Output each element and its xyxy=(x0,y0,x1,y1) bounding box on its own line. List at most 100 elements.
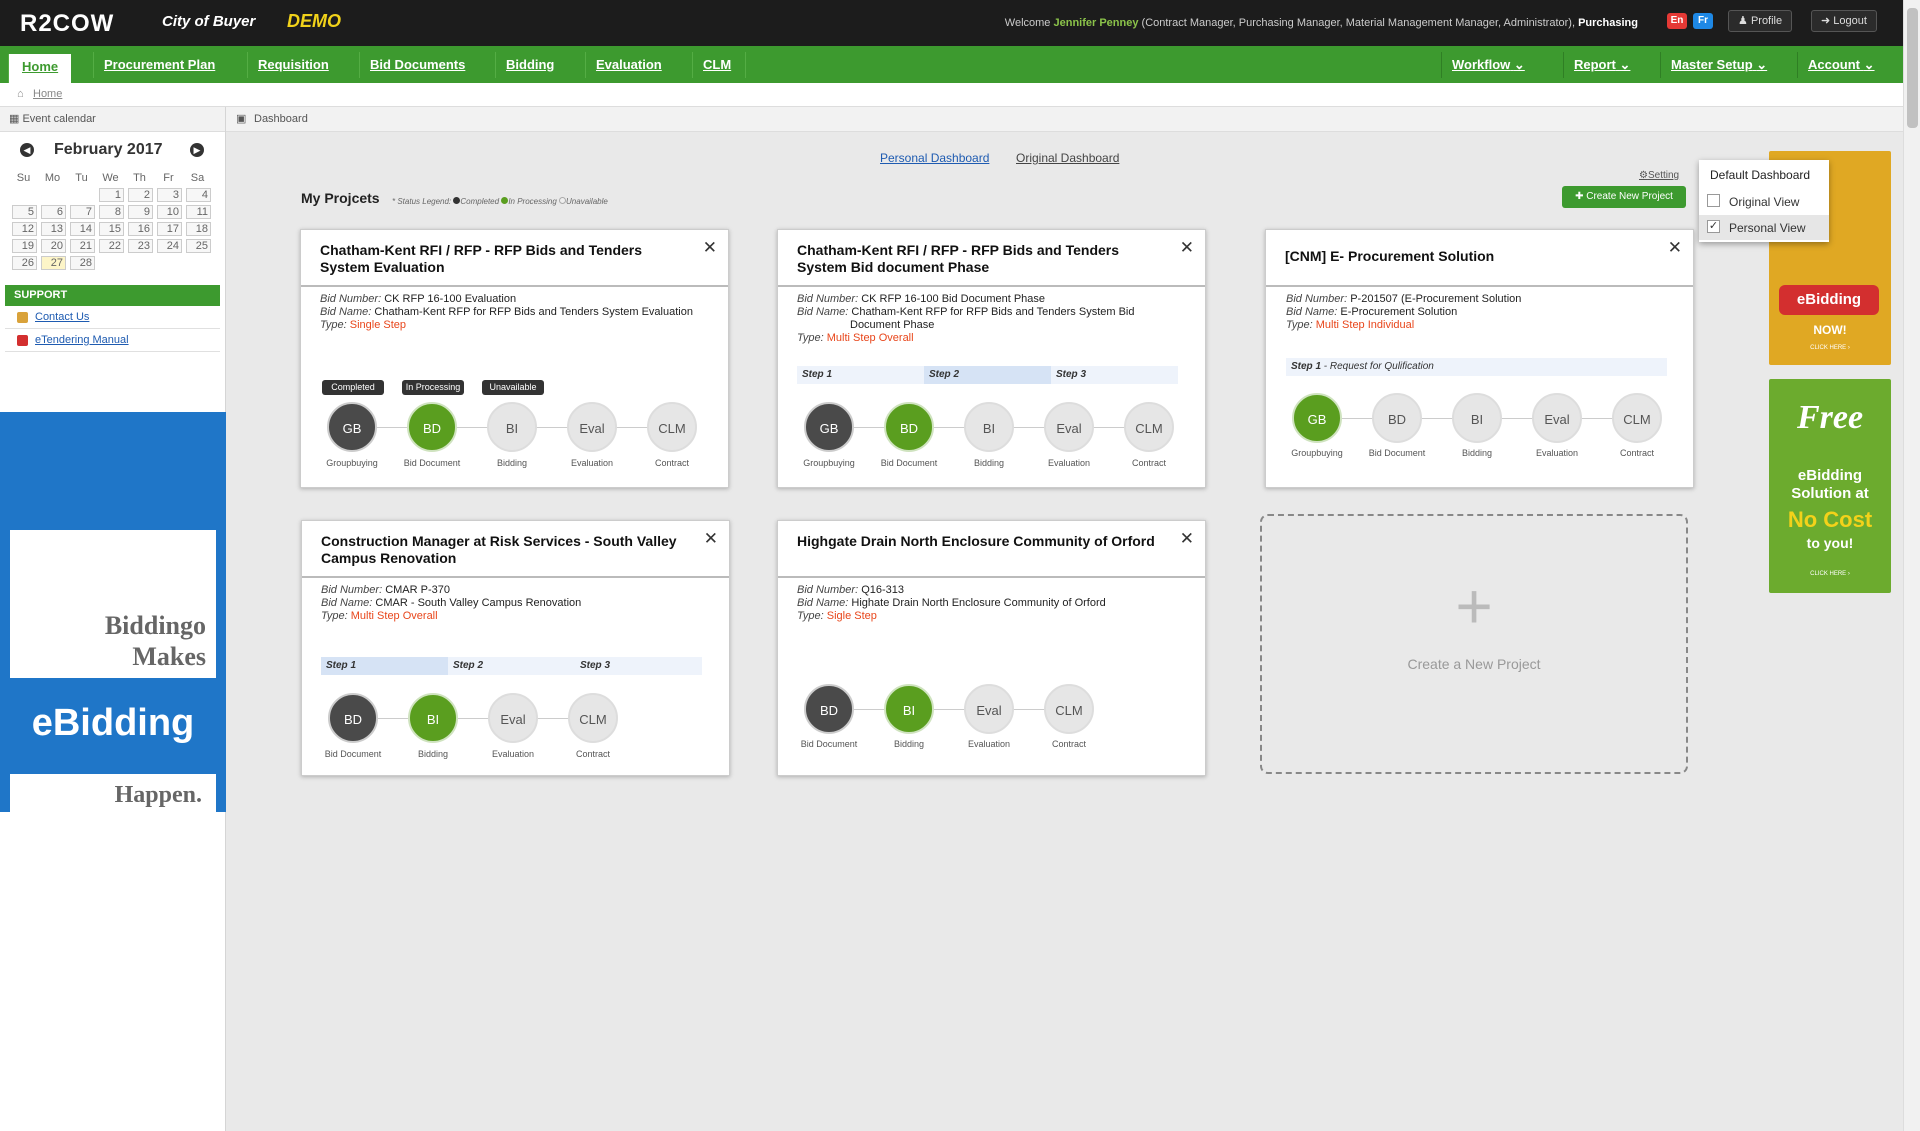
lang-en-button[interactable]: En xyxy=(1667,13,1687,29)
calendar-day[interactable]: 21 xyxy=(70,239,95,253)
project-card[interactable]: Highgate Drain North Enclosure Community… xyxy=(777,520,1206,776)
calendar-day[interactable]: 18 xyxy=(186,222,211,236)
nav-procurement-plan[interactable]: Procurement Plan xyxy=(93,52,225,78)
calendar-day[interactable]: 12 xyxy=(12,222,37,236)
calendar-day[interactable]: 3 xyxy=(157,188,182,202)
step-description: - Request for Qulification xyxy=(1321,361,1434,372)
logout-button[interactable]: ➜ Logout xyxy=(1811,10,1877,32)
stage-circle[interactable]: GB xyxy=(327,402,377,452)
close-icon[interactable]: ✕ xyxy=(703,238,717,258)
calendar-day[interactable]: 7 xyxy=(70,205,95,219)
stage-circle[interactable]: CLM xyxy=(647,402,697,452)
option-original-view[interactable]: Original View xyxy=(1699,189,1829,214)
nav-master-setup[interactable]: Master Setup ⌄ xyxy=(1660,52,1777,78)
stage-circle[interactable]: Eval xyxy=(1532,393,1582,443)
stage-circle[interactable]: CLM xyxy=(568,693,618,743)
profile-button[interactable]: ♟ Profile xyxy=(1728,10,1793,32)
calendar-day[interactable]: 6 xyxy=(41,205,66,219)
stage-circle[interactable]: BD xyxy=(407,402,457,452)
scrollbar-thumb[interactable] xyxy=(1907,8,1918,128)
calendar-day[interactable]: 20 xyxy=(41,239,66,253)
prev-month-icon[interactable]: ◀ xyxy=(20,143,34,157)
calendar-day[interactable]: 23 xyxy=(128,239,153,253)
project-card[interactable]: [CNM] E- Procurement Solution ✕ Bid Numb… xyxy=(1265,229,1694,488)
calendar-day[interactable]: 8 xyxy=(99,205,124,219)
breadcrumb-home[interactable]: Home xyxy=(33,88,62,100)
stage-circle[interactable]: BI xyxy=(884,684,934,734)
calendar-day[interactable]: 2 xyxy=(128,188,153,202)
stage-circle[interactable]: BI xyxy=(487,402,537,452)
option-personal-view[interactable]: ✓ Personal View xyxy=(1699,215,1829,240)
stage-circle[interactable]: BD xyxy=(804,684,854,734)
stage-label: Bidding xyxy=(496,458,528,468)
create-new-project-button[interactable]: ✚ Create New Project xyxy=(1562,186,1686,208)
nav-account[interactable]: Account ⌄ xyxy=(1797,52,1885,78)
stage-circle[interactable]: BI xyxy=(408,693,458,743)
calendar-day[interactable]: 15 xyxy=(99,222,124,236)
close-icon[interactable]: ✕ xyxy=(704,529,718,549)
project-card[interactable]: Chatham-Kent RFI / RFP - RFP Bids and Te… xyxy=(300,229,729,488)
stage-circle[interactable]: CLM xyxy=(1612,393,1662,443)
stage-label: Bid Document xyxy=(324,749,382,759)
calendar-day[interactable]: 17 xyxy=(157,222,182,236)
close-icon[interactable]: ✕ xyxy=(1180,238,1194,258)
nav-home[interactable]: Home xyxy=(8,54,72,83)
calendar-day[interactable]: 22 xyxy=(99,239,124,253)
stage-circle[interactable]: GB xyxy=(1292,393,1342,443)
calendar-day[interactable]: 11 xyxy=(186,205,211,219)
calendar-day[interactable]: 9 xyxy=(128,205,153,219)
project-card-title: [CNM] E- Procurement Solution xyxy=(1266,230,1693,287)
calendar-day[interactable]: 14 xyxy=(70,222,95,236)
tab-original-dashboard[interactable]: Original Dashboard xyxy=(1016,151,1119,165)
stage-circle[interactable]: CLM xyxy=(1044,684,1094,734)
stage-circle[interactable]: Eval xyxy=(964,684,1014,734)
calendar-day[interactable]: 25 xyxy=(186,239,211,253)
calendar-day-today[interactable]: 27 xyxy=(41,256,66,270)
calendar-day[interactable]: 19 xyxy=(12,239,37,253)
stage-circle[interactable]: Eval xyxy=(1044,402,1094,452)
stage-circle[interactable]: BD xyxy=(328,693,378,743)
next-month-icon[interactable]: ▶ xyxy=(190,143,204,157)
nav-bid-documents[interactable]: Bid Documents xyxy=(359,52,475,78)
biddingo-ad[interactable]: Biddingo Makes eBidding Happen. xyxy=(0,412,226,812)
calendar-day[interactable]: 5 xyxy=(12,205,37,219)
project-card[interactable]: Chatham-Kent RFI / RFP - RFP Bids and Te… xyxy=(777,229,1206,488)
stage-circle[interactable]: BD xyxy=(884,402,934,452)
create-project-tile[interactable]: + Create a New Project xyxy=(1260,514,1688,774)
nav-bidding[interactable]: Bidding xyxy=(495,52,564,78)
nav-report[interactable]: Report ⌄ xyxy=(1563,52,1640,78)
calendar-day[interactable]: 24 xyxy=(157,239,182,253)
calendar-day[interactable]: 1 xyxy=(99,188,124,202)
nav-evaluation[interactable]: Evaluation xyxy=(585,52,672,78)
nav-requisition[interactable]: Requisition xyxy=(247,52,339,78)
close-icon[interactable]: ✕ xyxy=(1180,529,1194,549)
calendar-day[interactable]: 26 xyxy=(12,256,37,270)
step-label: Step 1 xyxy=(1291,361,1322,372)
calendar-day[interactable]: 16 xyxy=(128,222,153,236)
scrollbar[interactable] xyxy=(1903,0,1920,1131)
dashboard-area: ▣ Dashboard Personal Dashboard Original D… xyxy=(226,107,1903,1131)
calendar-day[interactable]: 13 xyxy=(41,222,66,236)
stage-circle[interactable]: GB xyxy=(804,402,854,452)
tab-personal-dashboard[interactable]: Personal Dashboard xyxy=(880,151,989,165)
stage-circle[interactable]: CLM xyxy=(1124,402,1174,452)
stage-circle[interactable]: BD xyxy=(1372,393,1422,443)
nav-clm[interactable]: CLM xyxy=(692,52,747,78)
lang-fr-button[interactable]: Fr xyxy=(1693,13,1713,29)
calendar-day[interactable]: 4 xyxy=(186,188,211,202)
calendar-day[interactable]: 28 xyxy=(70,256,95,270)
stage-circle[interactable]: BI xyxy=(1452,393,1502,443)
stage-circle[interactable]: Eval xyxy=(488,693,538,743)
checkbox-checked-icon[interactable]: ✓ xyxy=(1707,220,1720,233)
setting-link[interactable]: ⚙Setting xyxy=(1639,170,1679,181)
free-ebidding-ad[interactable]: Free eBidding Solution at No Cost to you… xyxy=(1769,379,1891,593)
close-icon[interactable]: ✕ xyxy=(1668,238,1682,258)
stage-circle[interactable]: Eval xyxy=(567,402,617,452)
stage-circle[interactable]: BI xyxy=(964,402,1014,452)
calendar-day[interactable]: 10 xyxy=(157,205,182,219)
checkbox-icon[interactable] xyxy=(1707,194,1720,207)
project-card[interactable]: Construction Manager at Risk Services - … xyxy=(301,520,730,776)
etendering-manual-link[interactable]: eTendering Manual xyxy=(5,329,220,352)
nav-workflow[interactable]: Workflow ⌄ xyxy=(1441,52,1535,78)
contact-us-link[interactable]: Contact Us xyxy=(5,306,220,329)
